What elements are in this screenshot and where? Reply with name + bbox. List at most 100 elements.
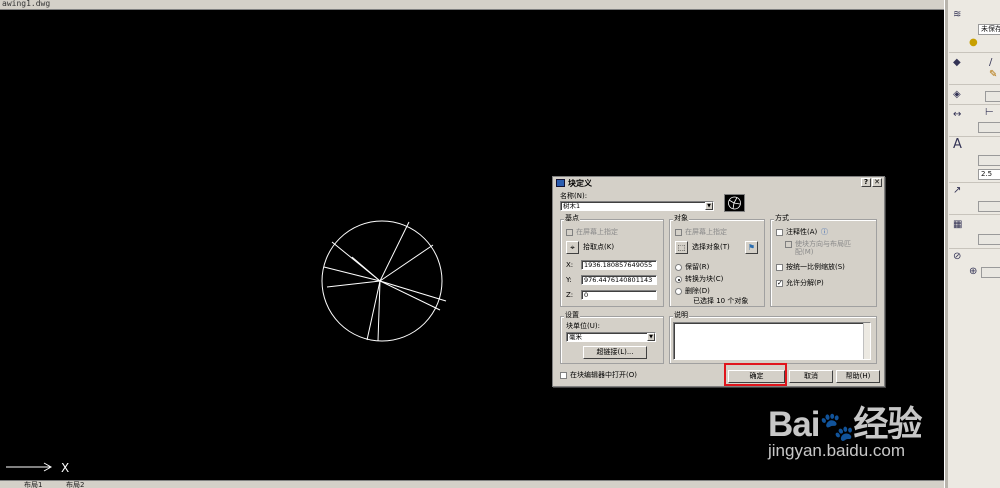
block-name-combo[interactable]: 树木1 ▼: [560, 201, 714, 211]
block-unit-label: 块单位(U):: [566, 322, 600, 330]
watermark-logo: Bai🐾经验: [768, 405, 922, 444]
layer-combo[interactable]: 未保存: [978, 24, 1000, 35]
pick-point-button[interactable]: 拾取点(K): [583, 243, 614, 252]
settings-group: 设置 块单位(U): 毫米 ▼ 超链接(L)...: [560, 311, 664, 364]
delete-radio[interactable]: [675, 288, 682, 295]
drawing-file-name: awing1.dwg: [2, 0, 51, 8]
allow-exploding-checkbox[interactable]: ✓: [776, 280, 783, 287]
open-in-editor-label: 在块编辑器中打开(O): [570, 371, 637, 379]
help-title-button[interactable]: ?: [861, 178, 871, 187]
close-icon[interactable]: ✕: [872, 178, 882, 187]
tool-palette: ≋ 未保存 ● ◆ / ✎ ◈ ↔ ⊢ A 2.5 ↗ ▦ ⊘ ⊕: [944, 0, 1000, 488]
block-preview-icon: [728, 196, 741, 210]
tree-branch-5: [379, 280, 447, 302]
tree-branch-6: [379, 280, 441, 311]
base-point-caption: 基点: [564, 214, 580, 223]
palette-scroll-strip[interactable]: [945, 0, 948, 488]
tool-icon[interactable]: ⊘: [953, 252, 961, 262]
z-field[interactable]: 0: [581, 290, 657, 300]
tree-branch-2: [379, 244, 434, 282]
baidu-watermark: Bai🐾经验 jingyan.baidu.com: [768, 396, 944, 468]
palette-field-6[interactable]: [981, 267, 1000, 278]
base-specify-checkbox[interactable]: [566, 229, 573, 236]
description-group: 说明: [669, 311, 877, 364]
modify-tools-icon[interactable]: ◈: [953, 90, 961, 100]
text-style-icon[interactable]: A: [953, 138, 962, 151]
objects-specify-checkbox[interactable]: [675, 229, 682, 236]
drawing-title-bar: awing1.dwg: [0, 0, 944, 10]
tree-branch-1: [379, 221, 410, 282]
block-unit-value: 毫米: [569, 333, 582, 341]
table-icon[interactable]: ▦: [953, 220, 962, 230]
dialog-title-bar[interactable]: 块定义 ? ✕: [553, 177, 884, 189]
retain-label: 保留(R): [685, 263, 710, 271]
x-field[interactable]: 1936.180857649055: [581, 260, 657, 270]
palette-field-4[interactable]: [978, 201, 1000, 212]
tab-layout2[interactable]: 布局2: [66, 480, 84, 488]
convert-to-block-radio[interactable]: [675, 276, 682, 283]
dialog-title: 块定义: [568, 179, 592, 188]
description-caption: 说明: [673, 311, 689, 320]
dimension-icon[interactable]: ↔: [953, 110, 961, 120]
watermark-url: jingyan.baidu.com: [768, 441, 906, 460]
settings-caption: 设置: [564, 311, 580, 320]
behavior-caption: 方式: [774, 214, 790, 223]
tree-circle: [321, 220, 443, 342]
selected-count: 已选择 10 个对象: [693, 297, 749, 305]
annotative-label: 注释性(A): [786, 228, 818, 236]
select-objects-button[interactable]: 选择对象(T): [692, 243, 730, 252]
name-label: 名称(N):: [560, 192, 588, 200]
pick-point-icon[interactable]: ⌖: [566, 241, 579, 254]
y-label: Y:: [566, 276, 572, 284]
delete-label: 删除(D): [685, 287, 710, 295]
block-unit-select[interactable]: 毫米 ▼: [566, 332, 656, 342]
app-icon: [556, 179, 565, 187]
multileader-icon[interactable]: ↗: [953, 186, 961, 196]
scale-uniformly-checkbox[interactable]: [776, 264, 783, 271]
base-specify-label: 在屏幕上指定: [576, 228, 618, 236]
text-height-field[interactable]: 2.5: [978, 169, 1000, 180]
description-field[interactable]: [673, 322, 871, 360]
tree-branch-9: [326, 280, 381, 288]
description-scrollbar[interactable]: [863, 323, 870, 359]
match-orientation-label: 使块方向与布局匹配(M): [795, 240, 851, 256]
lightbulb-icon[interactable]: ●: [969, 38, 978, 48]
help-button[interactable]: 帮助(H): [836, 370, 880, 383]
chevron-down-icon[interactable]: ▼: [705, 202, 713, 210]
behavior-group: 方式 注释性(A) ⓘ 使块方向与布局匹配(M) 按统一比例缩放(S) ✓ 允许…: [770, 214, 877, 307]
select-objects-icon[interactable]: ⬚: [675, 241, 688, 254]
objects-specify-label: 在屏幕上指定: [685, 228, 727, 236]
retain-radio[interactable]: [675, 264, 682, 271]
cancel-button[interactable]: 取消: [789, 370, 833, 383]
hyperlink-button[interactable]: 超链接(L)...: [583, 346, 647, 359]
target-icon[interactable]: ⊕: [969, 267, 977, 277]
layout-tab-bar: 布局1 布局2: [0, 480, 944, 488]
z-label: Z:: [566, 291, 574, 299]
annotative-checkbox[interactable]: [776, 229, 783, 236]
draw-tools-icon[interactable]: ◆: [953, 58, 961, 68]
open-in-editor-checkbox[interactable]: [560, 372, 567, 379]
palette-field-5[interactable]: [978, 234, 1000, 245]
convert-to-block-label: 转换为块(C): [685, 275, 724, 283]
info-icon[interactable]: ⓘ: [821, 228, 828, 237]
palette-field-1[interactable]: [985, 91, 1000, 102]
allow-exploding-label: 允许分解(P): [786, 279, 824, 287]
ucs-x-label: X: [61, 461, 69, 475]
base-point-group: 基点 在屏幕上指定 ⌖ 拾取点(K) X: 1936.180857649055 …: [560, 214, 664, 307]
palette-field-3[interactable]: [978, 155, 1000, 166]
ok-button-highlight: [724, 363, 787, 386]
match-orientation-checkbox[interactable]: [785, 241, 792, 248]
line-tool-icon[interactable]: /: [989, 58, 992, 68]
quick-select-icon[interactable]: ⚑: [745, 241, 758, 254]
chevron-down-icon[interactable]: ▼: [647, 333, 655, 341]
tab-layout1[interactable]: 布局1: [24, 480, 42, 488]
block-definition-dialog: 块定义 ? ✕ 名称(N): 树木1 ▼ 基点 在屏幕上指定 ⌖ 拾取点(K) …: [552, 176, 885, 387]
block-preview: [724, 194, 745, 212]
objects-caption: 对象: [673, 214, 689, 223]
pencil-icon[interactable]: ✎: [989, 70, 997, 80]
dim-style-icon[interactable]: ⊢: [985, 108, 994, 118]
layers-icon[interactable]: ≋: [953, 10, 961, 20]
x-label: X:: [566, 261, 574, 269]
palette-field-2[interactable]: [978, 122, 1000, 133]
y-field[interactable]: 976.4476140801143: [581, 275, 657, 285]
